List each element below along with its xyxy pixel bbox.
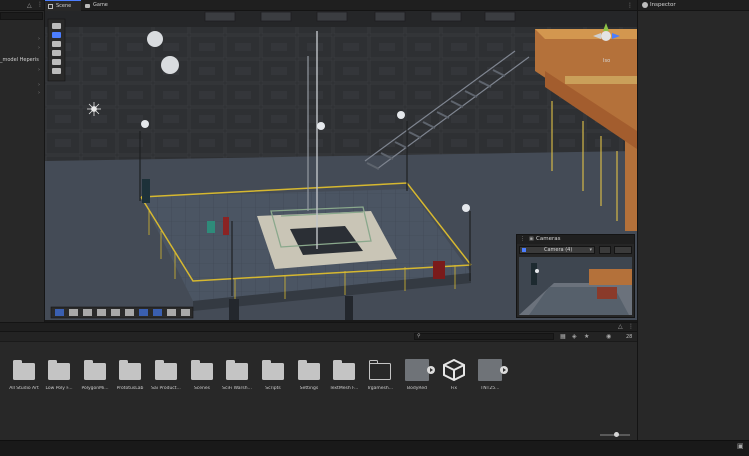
asset-label: Fix: [450, 386, 458, 391]
asset-folder[interactable]: Sai Product...: [149, 359, 183, 391]
asset-prefab[interactable]: BodyRed: [400, 359, 435, 391]
scene-tab-bar: Scene Game ⋮: [45, 0, 637, 11]
chevron-right-icon[interactable]: ›: [38, 82, 40, 88]
asset-folder-empty[interactable]: Trgamesh...: [363, 359, 397, 391]
chevron-right-icon[interactable]: ›: [38, 36, 40, 42]
asset-folder[interactable]: PolygonMi...: [78, 359, 112, 391]
asset-folder[interactable]: Scripts: [256, 359, 290, 391]
chevron-down-icon: ▾: [589, 247, 592, 253]
asset-label: Low Poly F...: [45, 386, 73, 391]
scene-view[interactable]: Iso ⋮ ▣ Cameras Camera (4) ▾: [45, 11, 637, 320]
project-header: △ ⋮: [0, 323, 637, 332]
tab-game-label: Game: [93, 2, 108, 8]
info-icon: [642, 2, 648, 8]
asset-label: Sai Product...: [151, 386, 181, 391]
camera-settings-button[interactable]: [599, 246, 611, 254]
hash-icon: [48, 4, 53, 9]
visibility-count: 28: [626, 334, 633, 340]
asset-label: PolygonMi...: [81, 386, 109, 391]
asset-label: Trgamesh...: [366, 386, 394, 391]
lock-icon[interactable]: △: [27, 2, 32, 9]
camera-select-value: Camera (4): [544, 247, 573, 253]
slider-handle[interactable]: [614, 432, 619, 437]
asset-prefab[interactable]: TNT25...: [473, 359, 508, 391]
chevron-right-icon[interactable]: ›: [38, 45, 40, 51]
search-icon: ⚲: [417, 333, 421, 339]
folder-icon: [332, 359, 356, 381]
favorite-icon[interactable]: ★: [584, 333, 589, 340]
tab-game[interactable]: Game: [82, 0, 116, 11]
inspector-title[interactable]: Inspector: [650, 2, 676, 8]
tab-scene-label: Scene: [56, 3, 72, 9]
collapse-icon[interactable]: ⋮: [520, 236, 525, 242]
asset-folder[interactable]: Settings: [292, 359, 326, 391]
prefab-thumbnail: [478, 359, 508, 381]
hierarchy-panel: △ ⋮ ▣ › › _model Heperis › › ›: [0, 0, 45, 322]
empty-folder-icon: [368, 359, 392, 381]
folder-icon: [261, 359, 285, 381]
chevron-right-icon[interactable]: ›: [38, 67, 40, 73]
expand-prefab-icon[interactable]: [427, 366, 435, 374]
asset-folder[interactable]: TextMesh F...: [327, 359, 361, 391]
inspector-header: Inspector: [638, 0, 749, 11]
thumbnail-size-slider[interactable]: [600, 432, 630, 437]
folder-icon: [225, 359, 249, 381]
asset-label: SciFi Warsh...: [222, 386, 252, 391]
hierarchy-search-input[interactable]: [0, 12, 43, 20]
expand-prefab-icon[interactable]: [500, 366, 508, 374]
folder-icon: [154, 359, 178, 381]
project-search-input[interactable]: ⚲: [414, 333, 554, 340]
asset-label: TextMesh F...: [329, 386, 359, 391]
asset-label: Scenes: [193, 386, 211, 391]
lock-icon[interactable]: △: [618, 323, 623, 330]
filter-label-icon[interactable]: ◈: [572, 333, 577, 340]
asset-unity-scene[interactable]: Fix: [437, 358, 471, 391]
prefab-thumbnail: [405, 359, 435, 381]
gizmo-projection-label[interactable]: Iso: [603, 58, 610, 64]
asset-folder[interactable]: Low Poly F...: [42, 359, 76, 391]
filter-type-icon[interactable]: ▦: [560, 333, 566, 340]
console-icon[interactable]: ▣: [737, 442, 744, 450]
hierarchy-header: △ ⋮: [0, 0, 44, 11]
unity-logo-icon: [442, 358, 466, 382]
camera-select[interactable]: Camera (4) ▾: [519, 246, 595, 254]
kebab-icon[interactable]: ⋮: [628, 323, 634, 330]
asset-label: PrototusLab: [116, 386, 144, 391]
folder-icon: [118, 359, 142, 381]
asset-folder[interactable]: PrototusLab: [113, 359, 147, 391]
camera-icon: ▣: [529, 236, 534, 242]
asset-label: Scripts: [265, 386, 281, 391]
gamepad-icon: [85, 4, 90, 8]
kebab-icon[interactable]: ⋮: [37, 1, 43, 8]
folder-icon: [47, 359, 71, 381]
camera-select-icon: [522, 248, 526, 252]
project-toolbar: ⚲ ▦ ◈ ★ ◉ 28: [0, 332, 637, 342]
status-bar: ▣: [0, 440, 749, 456]
project-panel: △ ⋮ ⚲ ▦ ◈ ★ ◉ 28 All Studio Art Low Poly…: [0, 322, 637, 440]
cameras-overlay-header: ⋮ ▣ Cameras: [517, 235, 634, 244]
folder-icon: [297, 359, 321, 381]
hierarchy-item[interactable]: _model Heperis: [0, 57, 39, 63]
asset-folder[interactable]: Scenes: [185, 359, 219, 391]
asset-folder[interactable]: SciFi Warsh...: [220, 359, 254, 391]
cameras-overlay-title: Cameras: [536, 236, 561, 242]
folder-icon: [83, 359, 107, 381]
kebab-icon[interactable]: ⋮: [627, 2, 633, 9]
visibility-icon[interactable]: ◉: [606, 333, 611, 340]
chevron-right-icon[interactable]: ›: [38, 90, 40, 96]
folder-icon: [12, 359, 36, 381]
inspector-panel: Inspector: [637, 0, 749, 440]
camera-preview: [519, 257, 632, 315]
asset-label: All Studio Art: [9, 386, 39, 391]
asset-label: BodyRed: [407, 386, 427, 391]
asset-label: Settings: [299, 386, 319, 391]
cameras-overlay: ⋮ ▣ Cameras Camera (4) ▾: [516, 234, 635, 318]
tab-scene[interactable]: Scene: [45, 0, 81, 11]
asset-label: TNT25...: [480, 386, 500, 391]
camera-layout-button[interactable]: [614, 246, 632, 254]
asset-folder[interactable]: All Studio Art: [7, 359, 41, 391]
folder-icon: [190, 359, 214, 381]
